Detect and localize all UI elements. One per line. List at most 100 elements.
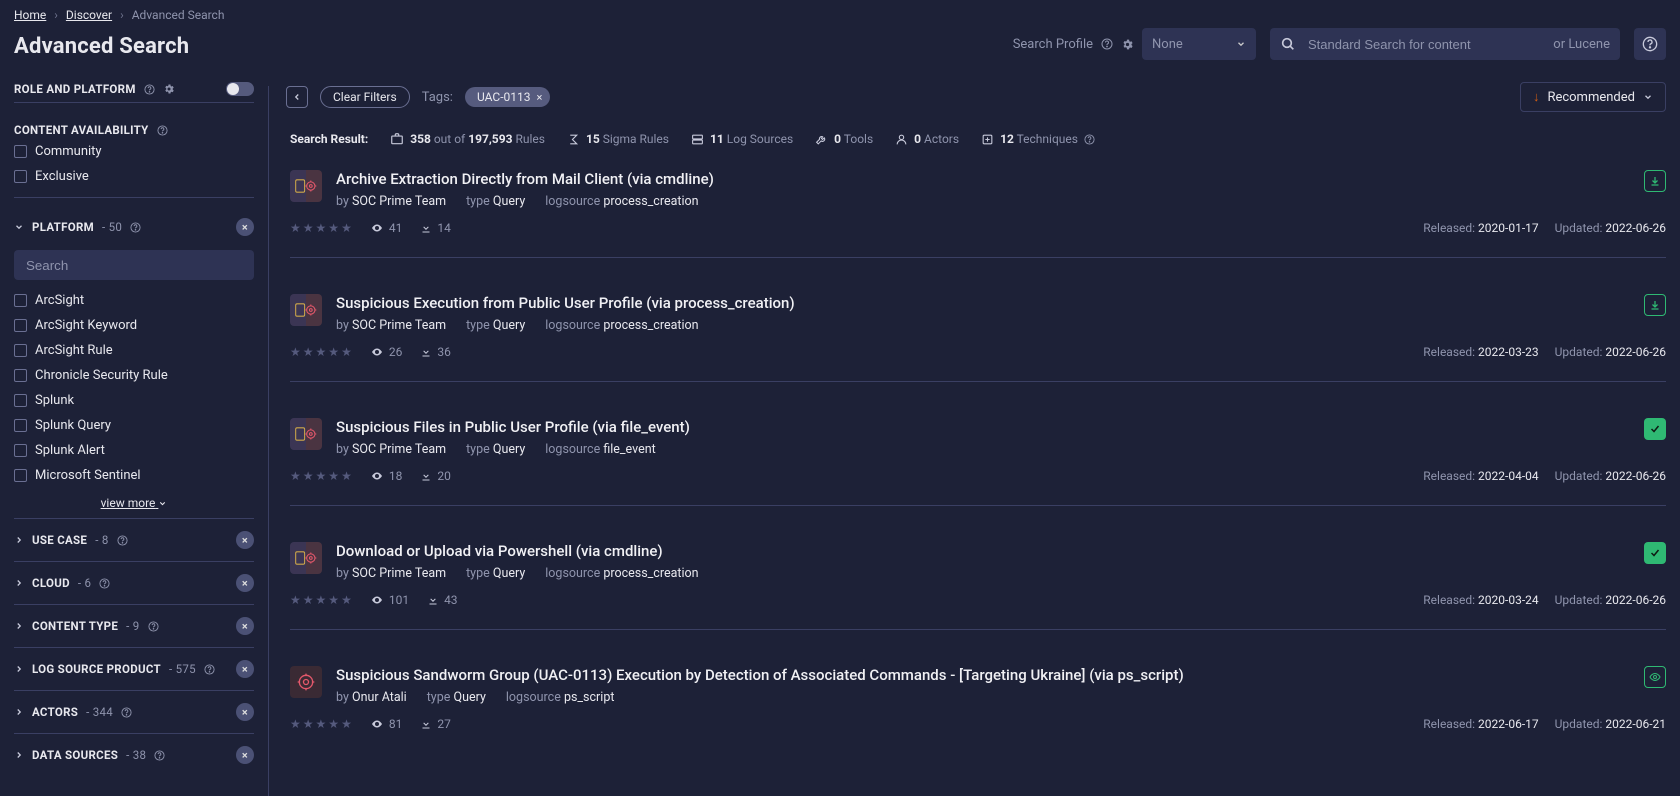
availability-item[interactable]: Exclusive [14,164,254,189]
sort-arrow-icon: ↓ [1533,89,1540,105]
platform-item[interactable]: Chronicle Security Rule [14,363,254,388]
rating-stars[interactable]: ★★★★★ [290,469,352,483]
checkbox[interactable] [14,394,27,407]
download-button[interactable] [1644,170,1666,192]
chevron-right-icon[interactable] [14,707,24,717]
checkbox[interactable] [14,145,27,158]
view-more-link[interactable]: view more [14,488,254,518]
chevron-right-icon[interactable] [14,750,24,760]
briefcase-icon [390,132,404,146]
gear-icon[interactable] [163,83,175,95]
rating-stars[interactable]: ★★★★★ [290,345,352,359]
help-icon[interactable] [1101,38,1113,50]
availability-item[interactable]: Community [14,139,254,164]
help-icon[interactable] [154,750,165,761]
lucene-toggle[interactable]: or Lucene [1553,37,1610,52]
result-card: Suspicious Execution from Public User Pr… [268,280,1666,371]
result-card: Suspicious Files in Public User Profile … [268,404,1666,495]
result-title[interactable]: Suspicious Files in Public User Profile … [336,418,1630,436]
rating-stars[interactable]: ★★★★★ [290,221,352,235]
help-icon[interactable] [1084,134,1095,145]
breadcrumb-current: Advanced Search [132,8,225,22]
platform-search-input[interactable] [24,257,244,274]
platform-item[interactable]: ArcSight Keyword [14,313,254,338]
clear-filter-button[interactable]: × [236,531,254,549]
help-icon[interactable] [117,535,128,546]
user-icon [895,133,908,146]
gear-icon[interactable] [1121,38,1134,51]
chevron-right-icon[interactable] [14,578,24,588]
result-title[interactable]: Download or Upload via Powershell (via c… [336,542,1630,560]
checked-button[interactable] [1644,418,1666,440]
help-icon[interactable] [130,222,141,233]
checked-button[interactable] [1644,542,1666,564]
server-icon [691,133,704,146]
help-icon[interactable] [121,707,132,718]
checkbox[interactable] [14,444,27,457]
platform-item[interactable]: ArcSight [14,288,254,313]
platform-item[interactable]: Splunk [14,388,254,413]
chevron-right-icon[interactable] [14,621,24,631]
clear-filters-button[interactable]: Clear Filters [320,86,410,108]
search-profile-select[interactable]: None [1142,28,1256,60]
platform-search[interactable] [14,250,254,280]
breadcrumb: Home › Discover › Advanced Search [14,8,1666,22]
filter-section-label: CONTENT TYPE [32,619,118,633]
wrench-icon [815,133,828,146]
help-icon[interactable] [204,664,215,675]
result-title[interactable]: Suspicious Sandworm Group (UAC-0113) Exe… [336,666,1630,684]
search-input[interactable] [1306,36,1543,53]
chevron-right-icon[interactable] [14,535,24,545]
role-platform-toggle[interactable] [226,82,254,96]
search-input-wrap[interactable]: or Lucene [1270,28,1620,60]
checkbox[interactable] [14,294,27,307]
tactic-icon [981,133,994,146]
chevron-down-icon [1643,92,1653,102]
platform-item[interactable]: ArcSight Rule [14,338,254,363]
chevron-down-icon[interactable] [14,222,24,232]
clear-filter-button[interactable]: × [236,574,254,592]
breadcrumb-home[interactable]: Home [14,8,46,22]
result-title[interactable]: Suspicious Execution from Public User Pr… [336,294,1630,312]
rule-icon [290,294,322,326]
breadcrumb-discover[interactable]: Discover [66,8,112,22]
filter-section-label: LOG SOURCE PRODUCT [32,662,161,676]
page-help-button[interactable] [1634,28,1666,60]
checkbox[interactable] [14,170,27,183]
platform-item[interactable]: Splunk Query [14,413,254,438]
tag-chip: UAC-0113 × [465,87,550,107]
clear-filter-button[interactable]: × [236,218,254,236]
clear-filter-button[interactable]: × [236,617,254,635]
checkbox[interactable] [14,419,27,432]
rating-stars[interactable]: ★★★★★ [290,593,352,607]
checkbox[interactable] [14,469,27,482]
sort-dropdown[interactable]: ↓ Recommended [1520,82,1666,112]
download-button[interactable] [1644,294,1666,316]
checkbox[interactable] [14,344,27,357]
result-card: Suspicious Sandworm Group (UAC-0113) Exe… [268,652,1666,743]
clear-filter-button[interactable]: × [236,746,254,764]
filter-section-label: DATA SOURCES [32,748,118,762]
help-icon[interactable] [144,84,155,95]
back-button[interactable] [286,86,308,108]
checkbox[interactable] [14,369,27,382]
search-icon [1280,36,1296,52]
chevron-right-icon[interactable] [14,664,24,674]
help-icon[interactable] [99,578,110,589]
tags-label: Tags: [422,90,453,105]
help-icon[interactable] [148,621,159,632]
platform-item[interactable]: Microsoft Sentinel [14,463,254,488]
views-stat: 18 [370,469,403,483]
platform-item[interactable]: Splunk Alert [14,438,254,463]
clear-filter-button[interactable]: × [236,703,254,721]
help-icon[interactable] [157,125,168,136]
result-title[interactable]: Archive Extraction Directly from Mail Cl… [336,170,1630,188]
clear-filter-button[interactable]: × [236,660,254,678]
remove-tag-button[interactable]: × [537,91,543,104]
rule-icon [290,170,322,202]
rule-icon [290,542,322,574]
views-stat: 41 [370,221,403,235]
view-button[interactable] [1644,666,1666,688]
search-profile-label: Search Profile [1013,37,1093,52]
checkbox[interactable] [14,319,27,332]
